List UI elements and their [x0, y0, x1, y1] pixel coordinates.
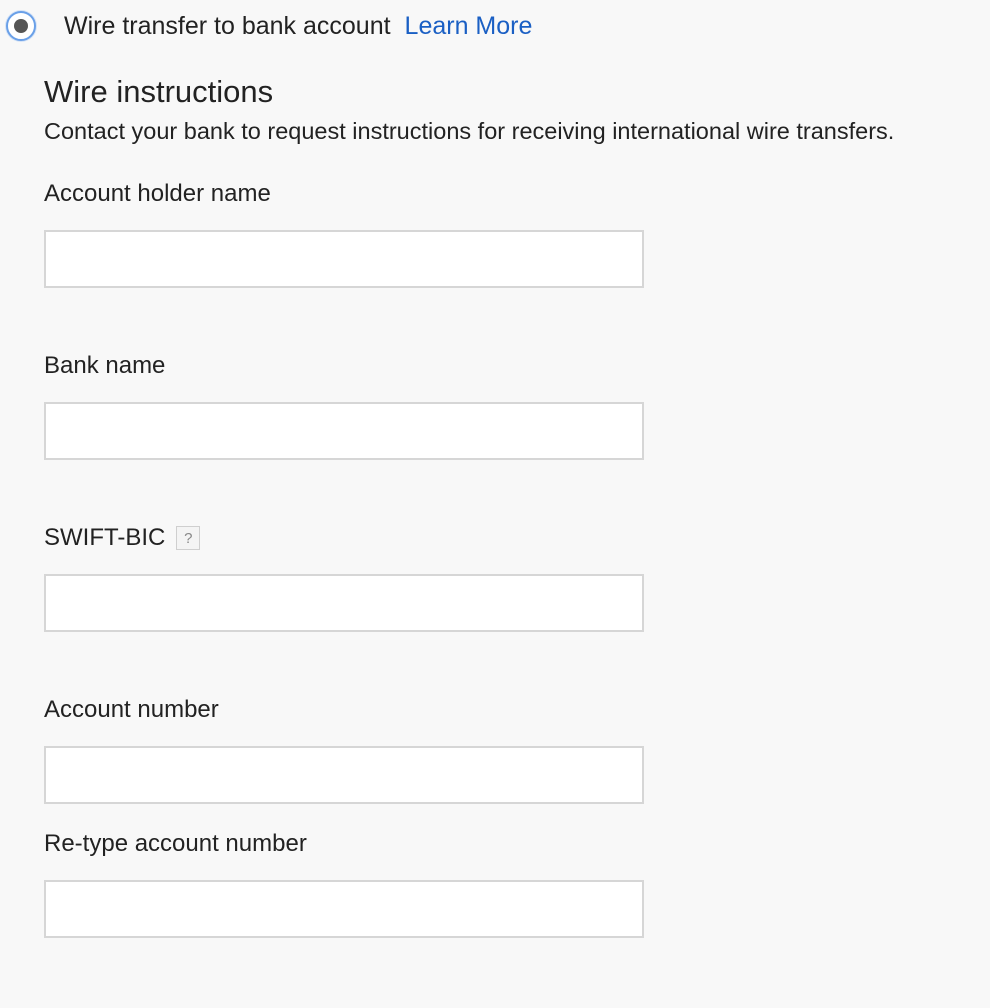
account-holder-name-input[interactable]	[44, 230, 644, 288]
swift-bic-input[interactable]	[44, 574, 644, 632]
swift-bic-label-text: SWIFT-BIC	[44, 524, 166, 551]
retype-account-number-label: Re-type account number	[44, 830, 307, 858]
radio-dot	[14, 19, 28, 33]
learn-more-link[interactable]: Learn More	[405, 12, 533, 41]
retype-account-number-label-text: Re-type account number	[44, 830, 307, 857]
account-holder-name-label: Account holder name	[44, 180, 271, 208]
payment-option-label: Wire transfer to bank account	[64, 11, 391, 40]
account-holder-name-label-text: Account holder name	[44, 180, 271, 207]
bank-name-label: Bank name	[44, 352, 165, 380]
bank-name-label-text: Bank name	[44, 352, 166, 379]
radio-selected-icon[interactable]	[6, 11, 36, 41]
swift-bic-label: SWIFT-BIC ?	[44, 524, 201, 552]
account-number-label-text: Account number	[44, 696, 219, 723]
section-title: Wire instructions	[44, 74, 274, 109]
account-number-input[interactable]	[44, 746, 644, 804]
payment-option-wire-transfer[interactable]: Wire transfer to bank account Learn More	[6, 8, 532, 44]
bank-name-input[interactable]	[44, 402, 644, 460]
section-description: Contact your bank to request instruction…	[44, 118, 895, 144]
help-icon[interactable]: ?	[176, 526, 201, 550]
wire-transfer-form: Wire transfer to bank account Learn More…	[0, 0, 990, 1008]
account-number-label: Account number	[44, 696, 219, 724]
retype-account-number-input[interactable]	[44, 880, 644, 938]
